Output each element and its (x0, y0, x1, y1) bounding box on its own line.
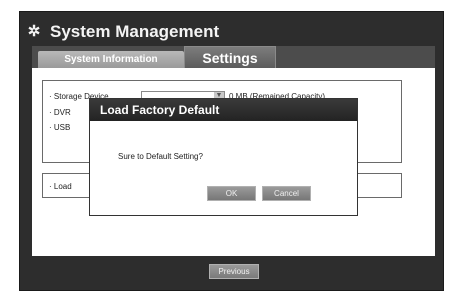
previous-button[interactable]: Previous (209, 264, 259, 279)
window-title: System Management (50, 22, 220, 41)
dialog-title: Load Factory Default (90, 99, 357, 121)
ok-button[interactable]: OK (207, 186, 256, 201)
gear-icon: ✲ (27, 23, 41, 40)
dvr-label: · DVR (49, 108, 71, 117)
tab-settings[interactable]: Settings (184, 46, 276, 68)
load-default-label: · Load (49, 182, 72, 191)
load-factory-default-dialog: Load Factory Default Sure to Default Set… (89, 98, 358, 216)
tab-bar: System Information Settings (32, 46, 435, 68)
cancel-button[interactable]: Cancel (262, 186, 311, 201)
window-title-bar: ✲ System Management (20, 18, 219, 46)
usb-label: · USB (49, 123, 71, 132)
tab-label: System Information (64, 54, 158, 65)
tab-system-information[interactable]: System Information (38, 51, 184, 68)
tab-label: Settings (202, 49, 258, 66)
system-management-window: ✲ System Management System Information S… (19, 11, 444, 291)
dialog-message: Sure to Default Setting? (118, 152, 203, 161)
